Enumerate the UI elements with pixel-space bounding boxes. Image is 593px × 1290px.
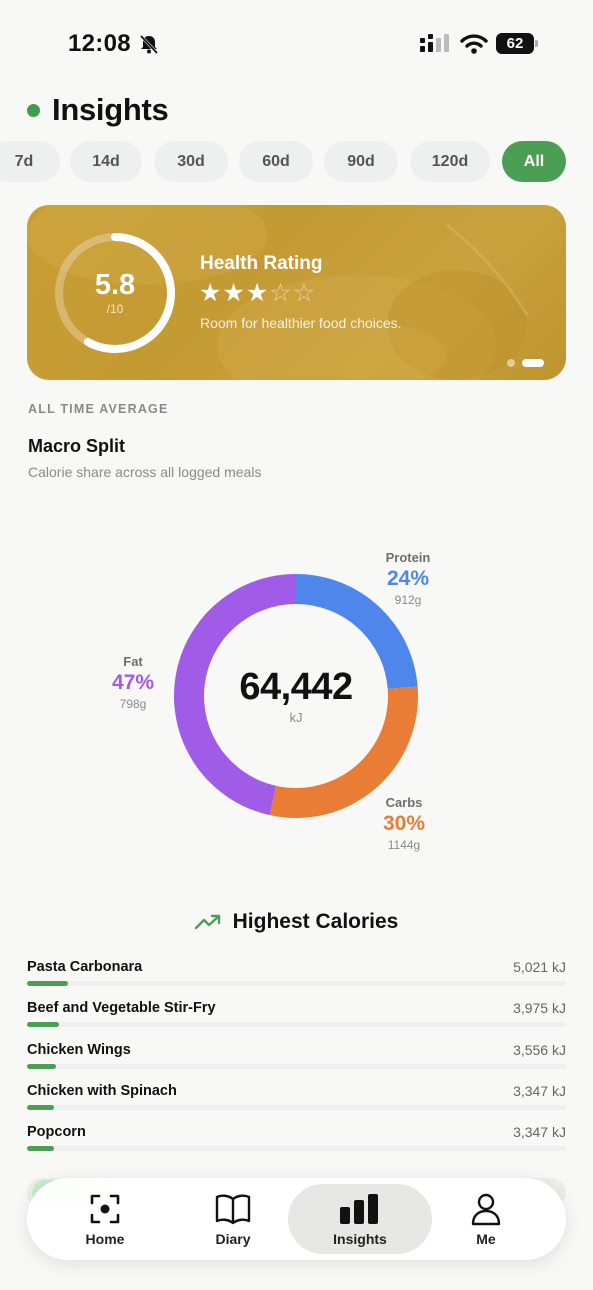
carousel-dot-active[interactable] — [522, 359, 544, 367]
food-name: Popcorn — [27, 1124, 86, 1141]
food-bar-track — [27, 1063, 566, 1069]
food-name: Pasta Carbonara — [27, 959, 143, 975]
food-bar-fill — [27, 1063, 57, 1069]
page-header: Insights — [27, 88, 169, 132]
food-row[interactable]: Chicken with Spinach 3,347 kJ — [27, 1081, 566, 1121]
scan-icon — [90, 1194, 120, 1224]
range-chip-7d[interactable]: 7d — [0, 141, 60, 182]
tab-home[interactable]: Home — [39, 1178, 171, 1260]
food-bar-fill — [27, 981, 68, 986]
food-bar-track — [27, 981, 566, 986]
star-filled-icon: ★ — [199, 279, 223, 307]
health-rating-subtitle: Room for healthier food choices. — [200, 315, 402, 331]
range-selector: 7d 14d 30d 60d 90d 120d All — [0, 141, 593, 183]
highest-calories-title: Highest Calories — [232, 910, 399, 933]
health-score-scale: /10 — [106, 302, 124, 316]
food-bar-fill — [27, 1104, 55, 1110]
macro-split-subtitle: Calorie share across all logged meals — [28, 464, 262, 480]
tab-me[interactable]: Me — [427, 1178, 545, 1260]
book-icon — [215, 1194, 251, 1225]
food-energy: 3,347 kJ — [513, 1124, 566, 1141]
macro-split-title: Macro Split — [28, 436, 126, 456]
tab-insights-label: Insights — [333, 1231, 387, 1247]
food-name: Chicken Wings — [27, 1041, 131, 1058]
food-bar-fill — [27, 1022, 60, 1028]
food-row[interactable]: Chicken Wings 3,556 kJ — [27, 1040, 566, 1080]
range-chip-14d[interactable]: 14d — [70, 141, 142, 182]
protein-grams: 912g — [394, 593, 422, 607]
fat-label: Fat — [123, 654, 143, 669]
food-energy: 3,975 kJ — [513, 1000, 566, 1017]
tab-me-label: Me — [476, 1231, 496, 1247]
battery-level: 62 — [496, 33, 534, 54]
food-energy: 5,021 kJ — [513, 959, 566, 975]
battery-tip — [535, 40, 538, 47]
food-bar-fill — [27, 1146, 55, 1152]
food-bar-track — [27, 1022, 566, 1028]
bell-muted-icon — [139, 34, 159, 55]
star-filled-icon: ★ — [245, 279, 270, 307]
carbs-label: Carbs — [385, 795, 423, 810]
carousel-dot[interactable] — [507, 359, 515, 367]
tab-bar: Home Diary Insights Me — [27, 1178, 566, 1260]
star-rating: ★★★☆☆ — [199, 278, 316, 308]
donut-total-value: 64,442 — [239, 666, 353, 708]
carbs-grams: 1144g — [387, 838, 421, 852]
food-row[interactable]: Pasta Carbonara 5,021 kJ — [27, 957, 566, 997]
status-dot — [27, 103, 40, 117]
status-bar: 12:08 62 — [0, 0, 593, 88]
battery-indicator: 62 — [496, 33, 538, 54]
star-filled-icon: ★ — [222, 279, 246, 307]
food-energy: 3,347 kJ — [513, 1082, 566, 1099]
range-chip-60d[interactable]: 60d — [239, 141, 313, 182]
fat-percent: 47% — [111, 671, 155, 694]
tab-diary-label: Diary — [215, 1231, 251, 1247]
range-chip-all[interactable]: All — [502, 141, 566, 182]
food-name: Chicken with Spinach — [27, 1082, 177, 1099]
food-row[interactable]: Beef and Vegetable Stir-Fry 3,975 kJ — [27, 998, 566, 1038]
wifi-icon — [460, 34, 488, 54]
range-chip-90d[interactable]: 90d — [324, 141, 398, 182]
health-rating-card[interactable]: 5.8 /10 Health Rating ★★★☆☆ Room for hea… — [27, 205, 566, 380]
tab-home-label: Home — [85, 1231, 125, 1247]
food-bar-track — [27, 1146, 566, 1152]
section-caption: ALL TIME AVERAGE — [28, 402, 169, 416]
range-chip-120d[interactable]: 120d — [410, 141, 490, 182]
food-row[interactable]: Popcorn 3,347 kJ — [27, 1122, 566, 1162]
fat-grams: 798g — [119, 697, 147, 711]
cellular-signal-icon — [420, 34, 449, 52]
highest-calories-header: Highest Calories — [0, 910, 593, 934]
carbs-label-group: Carbs 30% 1144g — [364, 795, 444, 852]
carbs-percent: 30% — [382, 812, 426, 835]
fat-label-group: Fat 47% 798g — [93, 654, 173, 711]
food-energy: 3,556 kJ — [513, 1041, 566, 1058]
person-icon — [471, 1193, 501, 1226]
food-name: Beef and Vegetable Stir-Fry — [27, 1000, 216, 1017]
trending-up-icon — [194, 914, 220, 930]
health-score-value: 5.8 — [94, 269, 136, 301]
tab-diary[interactable]: Diary — [167, 1178, 299, 1260]
health-rating-title: Health Rating — [200, 253, 323, 274]
protein-label: Protein — [385, 550, 431, 565]
protein-percent: 24% — [386, 567, 430, 590]
protein-label-group: Protein 24% 912g — [368, 550, 448, 607]
page-title: Insights — [52, 92, 169, 127]
tab-insights[interactable]: Insights — [288, 1184, 432, 1254]
donut-total-unit: kJ — [289, 710, 303, 725]
food-bar-track — [27, 1104, 566, 1110]
bar-chart-icon — [340, 1194, 378, 1224]
star-empty-icon: ☆ — [269, 279, 293, 307]
range-chip-30d[interactable]: 30d — [154, 141, 228, 182]
status-time: 12:08 — [68, 30, 131, 57]
star-empty-icon: ☆ — [292, 279, 317, 307]
